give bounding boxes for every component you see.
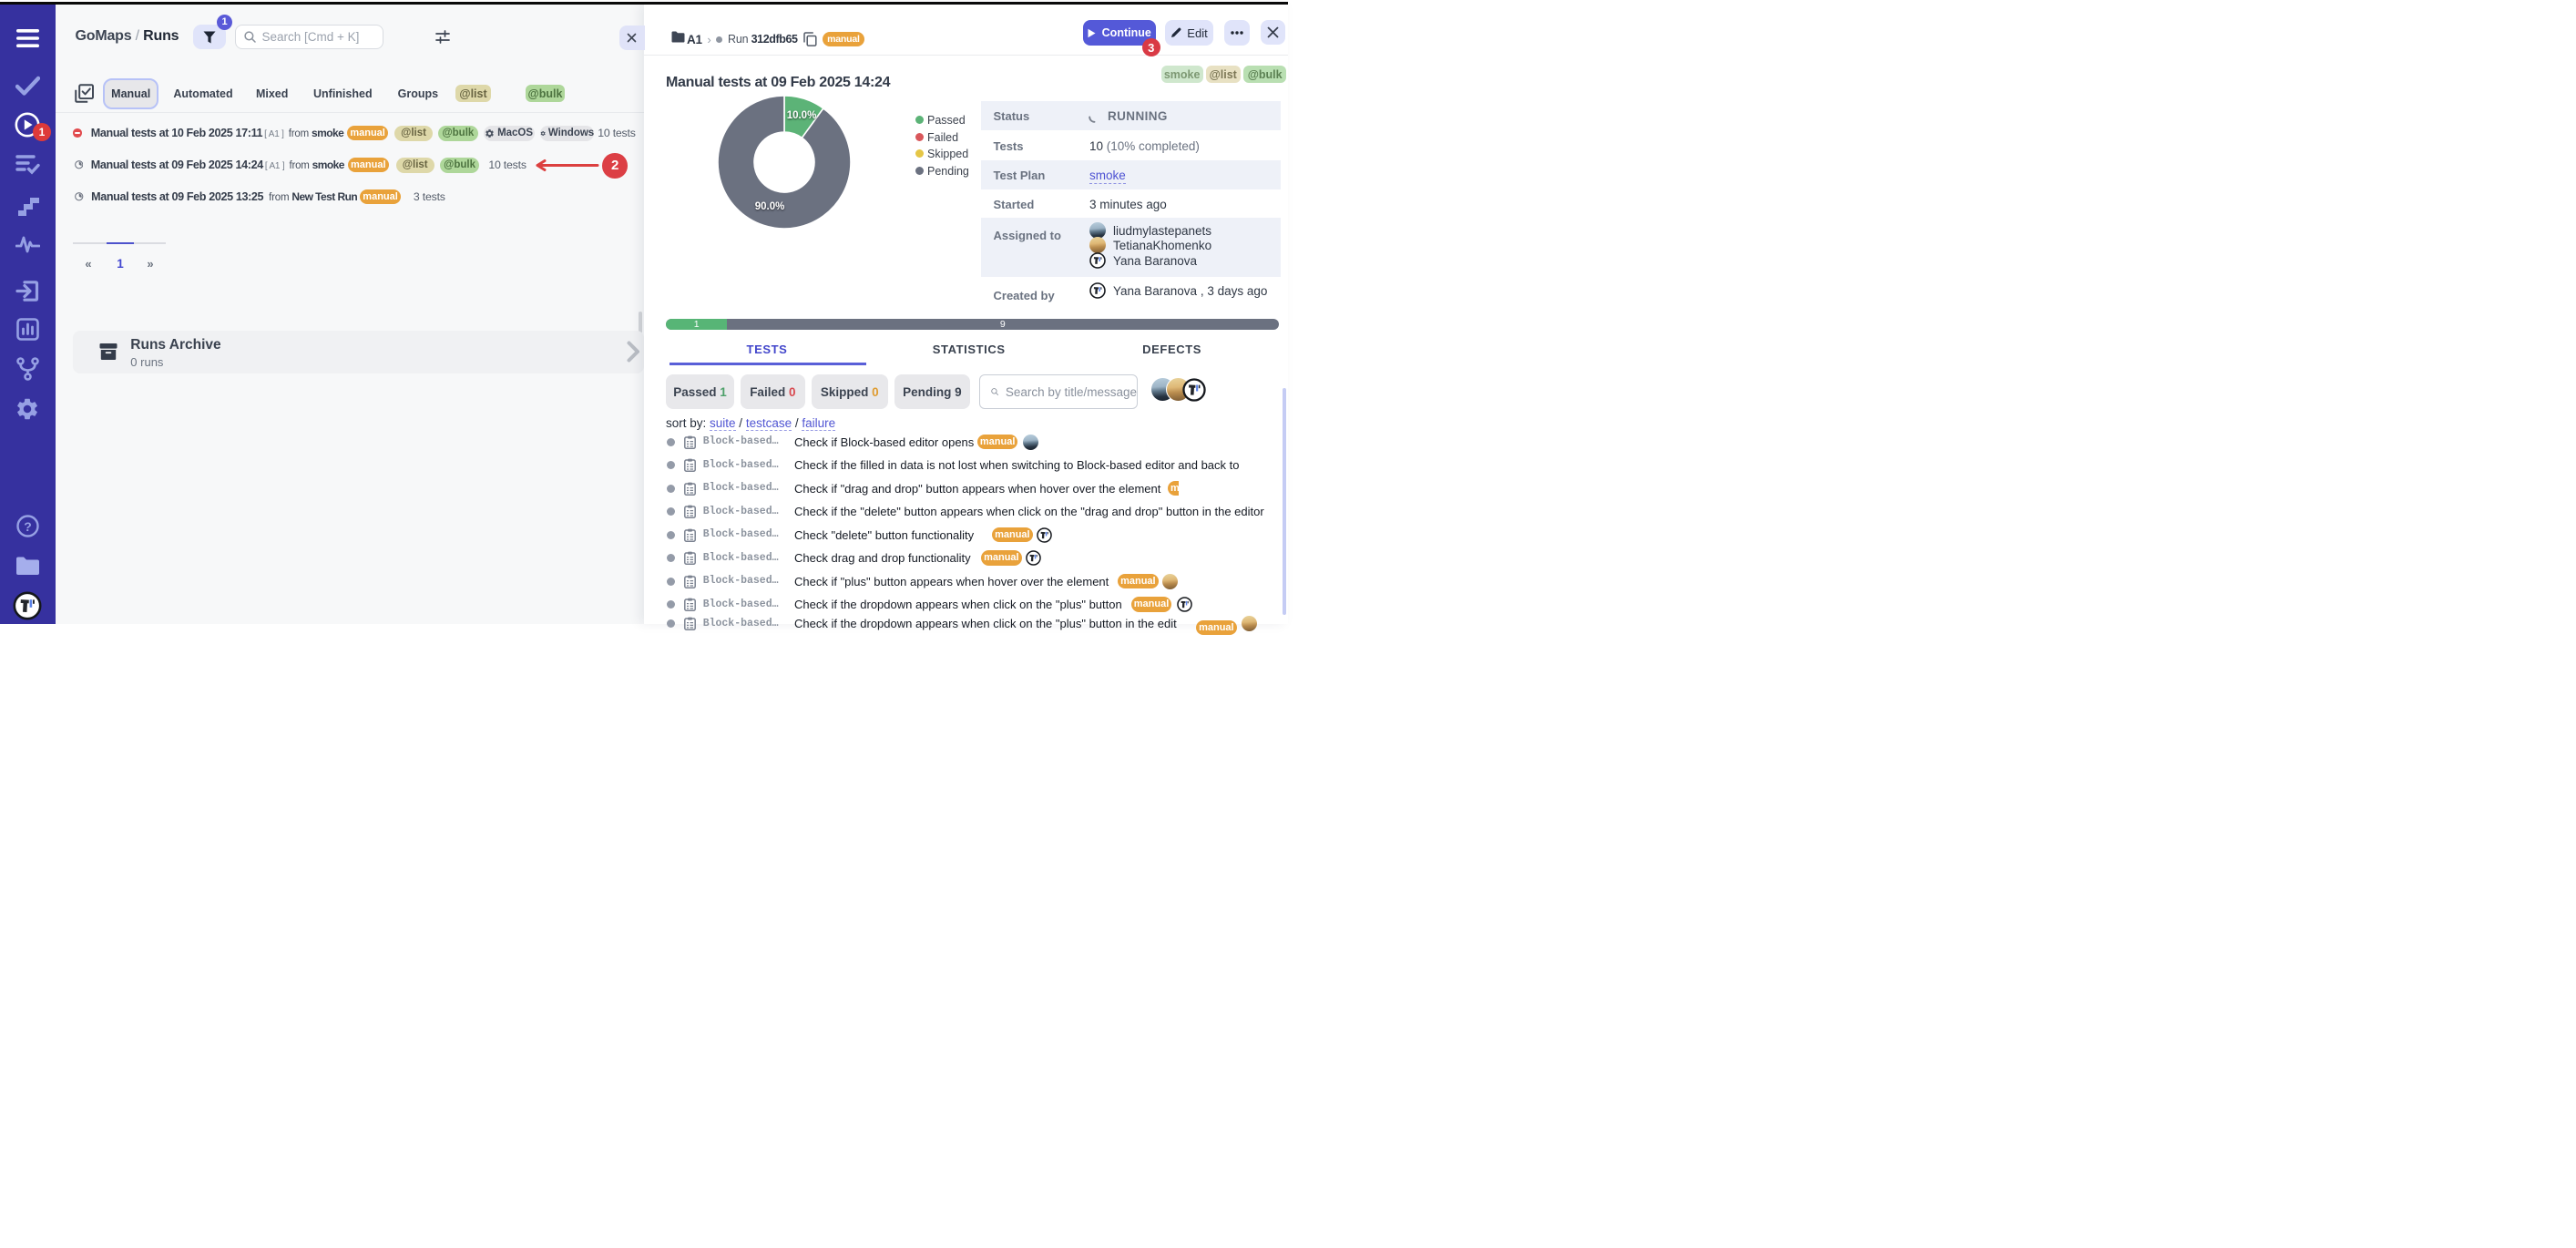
svg-text:10.0%: 10.0% <box>787 110 817 121</box>
svg-text:?: ? <box>24 519 32 534</box>
svg-text:90.0%: 90.0% <box>755 201 785 212</box>
